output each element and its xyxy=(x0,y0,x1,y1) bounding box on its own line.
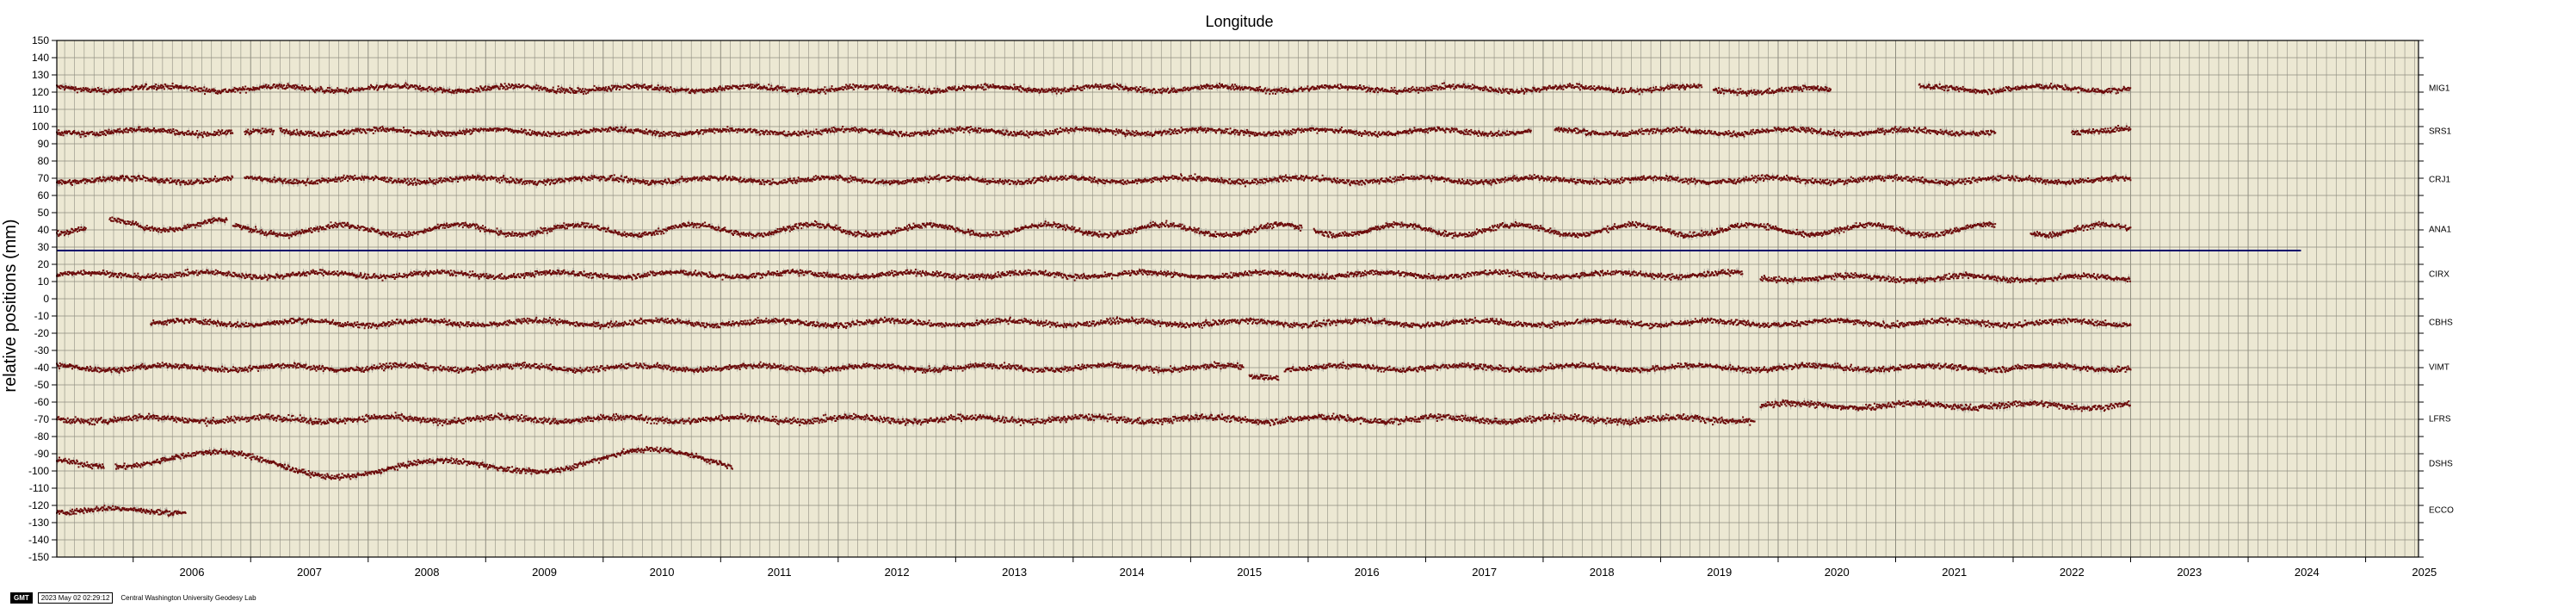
y-tick-label: 120 xyxy=(32,86,49,98)
y-tick-label: -20 xyxy=(34,327,50,339)
y-tick-label: -120 xyxy=(28,499,49,511)
station-label-ecco: ECCO xyxy=(2429,506,2454,516)
y-axis-label: relative positions (mm) xyxy=(1,219,20,392)
y-tick-label: 70 xyxy=(38,172,50,184)
station-label-mig1: MIG1 xyxy=(2429,84,2450,94)
x-tick-label: 2012 xyxy=(885,566,910,579)
x-tick-label: 2022 xyxy=(2060,566,2085,579)
y-tick-label: 80 xyxy=(38,155,50,167)
station-label-cbhs: CBHS xyxy=(2429,319,2453,328)
x-tick-label: 2015 xyxy=(1237,566,1262,579)
y-tick-label: 100 xyxy=(32,121,49,133)
x-tick-label: 2023 xyxy=(2177,566,2202,579)
x-tick-label: 2014 xyxy=(1120,566,1145,579)
x-tick-label: 2010 xyxy=(650,566,675,579)
station-label-vimt: VIMT xyxy=(2429,363,2449,373)
station-label-cirx: CIRX xyxy=(2429,270,2449,280)
chart-title: Longitude xyxy=(1205,13,1273,30)
station-label-lfrs: LFRS xyxy=(2429,415,2451,424)
y-tick-label: 110 xyxy=(33,103,49,115)
y-tick-label: -40 xyxy=(34,362,50,374)
y-tick-label: 40 xyxy=(38,224,50,236)
y-tick-label: 150 xyxy=(32,34,49,46)
y-tick-label: -80 xyxy=(34,430,50,443)
x-tick-label: 2006 xyxy=(180,566,205,579)
y-tick-label: -150 xyxy=(28,551,49,563)
x-tick-label: 2024 xyxy=(2295,566,2320,579)
y-tick-label: 30 xyxy=(38,241,50,253)
y-tick-label: 60 xyxy=(38,189,50,201)
y-tick-label: 50 xyxy=(38,207,50,219)
footer-stamp: GMT 2023 May 02 02:29:12 Central Washing… xyxy=(10,592,256,604)
x-tick-label: 2021 xyxy=(1942,566,1967,579)
y-tick-label: -60 xyxy=(34,396,50,408)
y-tick-label: -50 xyxy=(34,379,50,391)
lab-name: Central Washington University Geodesy La… xyxy=(120,594,256,602)
x-tick-label: 2018 xyxy=(1590,566,1615,579)
station-label-ana1: ANA1 xyxy=(2429,226,2452,235)
y-tick-label: -70 xyxy=(34,413,50,425)
station-label-srs1: SRS1 xyxy=(2429,127,2452,137)
y-tick-label: -140 xyxy=(28,534,49,546)
y-tick-label: 130 xyxy=(32,69,49,81)
y-tick-label: 0 xyxy=(43,293,49,305)
station-label-dshs: DSHS xyxy=(2429,460,2453,469)
station-label-crj1: CRJ1 xyxy=(2429,176,2450,185)
y-tick-label: -30 xyxy=(34,344,50,356)
y-tick-label: -10 xyxy=(34,310,50,322)
x-tick-label: 2019 xyxy=(1707,566,1732,579)
x-tick-label: 2009 xyxy=(532,566,557,579)
y-tick-label: 20 xyxy=(38,258,50,270)
x-tick-label: 2017 xyxy=(1472,566,1497,579)
x-tick-label: 2025 xyxy=(2412,566,2437,579)
x-tick-label: 2013 xyxy=(1002,566,1027,579)
gmt-logo: GMT xyxy=(10,592,33,604)
x-tick-label: 2020 xyxy=(1825,566,1850,579)
longitude-chart: 1501401301201101009080706050403020100-10… xyxy=(1,13,2454,579)
timestamp: 2023 May 02 02:29:12 xyxy=(37,592,114,604)
y-tick-label: -90 xyxy=(34,448,50,460)
y-tick-label: -100 xyxy=(28,465,49,477)
y-tick-label: 10 xyxy=(38,276,50,288)
x-tick-label: 2007 xyxy=(297,566,322,579)
x-tick-label: 2011 xyxy=(768,566,792,579)
y-tick-label: 90 xyxy=(38,138,50,150)
y-tick-label: 140 xyxy=(32,52,49,64)
y-tick-label: -110 xyxy=(29,482,49,494)
x-tick-label: 2008 xyxy=(415,566,440,579)
y-tick-label: -130 xyxy=(28,517,49,529)
x-tick-label: 2016 xyxy=(1355,566,1380,579)
